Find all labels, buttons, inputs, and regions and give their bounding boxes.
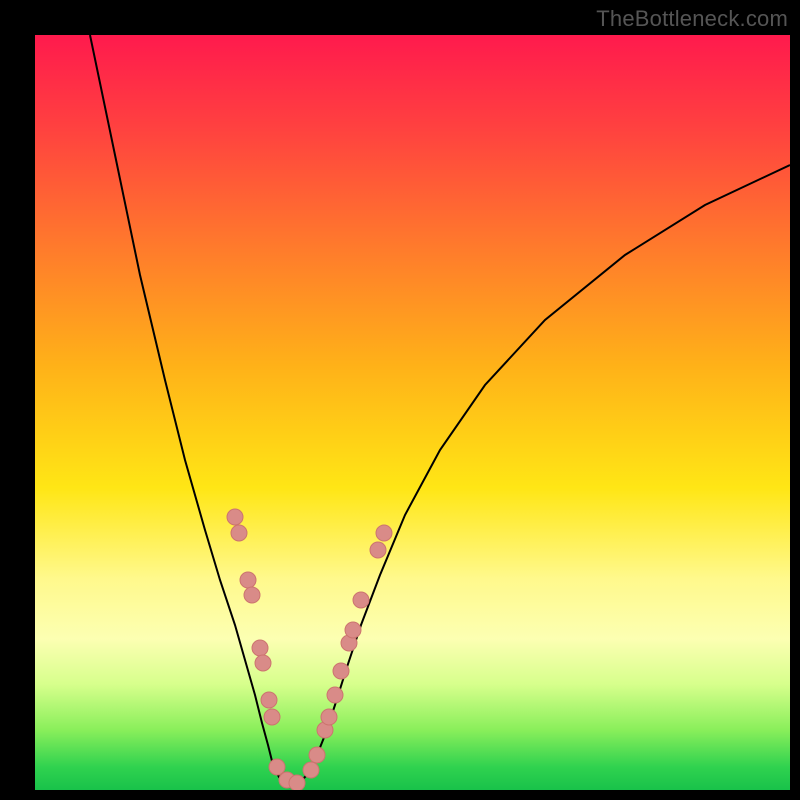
data-dot (309, 747, 325, 763)
data-dot (227, 509, 243, 525)
data-dot (303, 762, 319, 778)
data-dot (252, 640, 268, 656)
curve-layer (35, 35, 790, 790)
data-dot (244, 587, 260, 603)
data-dot (240, 572, 256, 588)
data-dot (261, 692, 277, 708)
data-dots (227, 509, 392, 790)
data-dot (333, 663, 349, 679)
data-dot (289, 775, 305, 790)
plot-area (35, 35, 790, 790)
data-dot (321, 709, 337, 725)
data-dot (376, 525, 392, 541)
left-curve (90, 35, 287, 785)
data-dot (370, 542, 386, 558)
data-dot (264, 709, 280, 725)
data-dot (345, 622, 361, 638)
watermark-text: TheBottleneck.com (596, 6, 788, 32)
data-dot (231, 525, 247, 541)
data-dot (353, 592, 369, 608)
data-dot (327, 687, 343, 703)
right-curve (297, 165, 790, 785)
data-dot (255, 655, 271, 671)
chart-frame: TheBottleneck.com (0, 0, 800, 800)
data-dot (269, 759, 285, 775)
